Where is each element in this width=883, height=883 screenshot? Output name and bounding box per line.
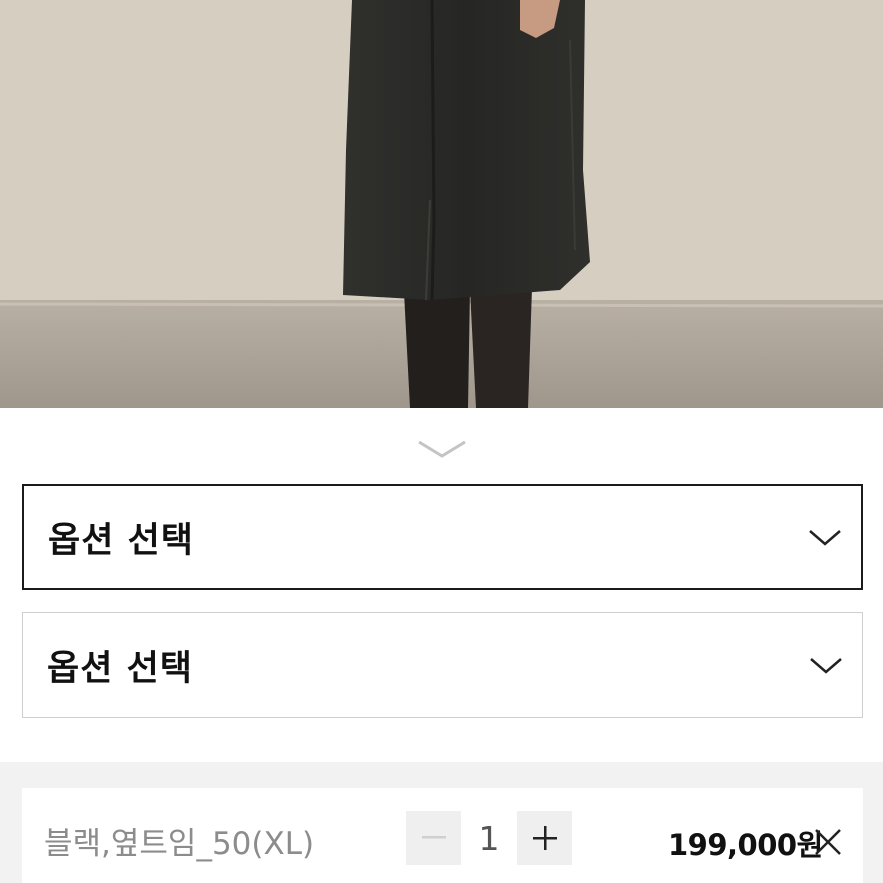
close-icon (815, 829, 841, 855)
selected-item-name: 블랙,옆트임_50(XL) (44, 826, 315, 862)
chevron-down-icon (418, 440, 466, 458)
quantity-stepper: 1 (406, 811, 572, 865)
option-select-2-label: 옵션 선택 (47, 648, 193, 689)
decrement-button[interactable] (406, 811, 461, 865)
increment-button[interactable] (517, 811, 572, 865)
quantity-value[interactable]: 1 (461, 811, 517, 865)
plus-icon (532, 826, 557, 850)
option-select-2[interactable]: 옵션 선택 (22, 612, 863, 718)
remove-item-button[interactable] (812, 826, 844, 858)
chevron-down-icon (809, 530, 841, 546)
option-select-1-label: 옵션 선택 (48, 520, 194, 561)
option-select-1[interactable]: 옵션 선택 (22, 484, 863, 590)
coat-photo-illustration (0, 0, 883, 408)
expand-toggle[interactable] (414, 436, 470, 462)
selected-item-price: 199,000원 (668, 828, 823, 862)
minus-icon (421, 836, 446, 839)
product-image (0, 0, 883, 408)
chevron-down-icon (810, 658, 842, 674)
